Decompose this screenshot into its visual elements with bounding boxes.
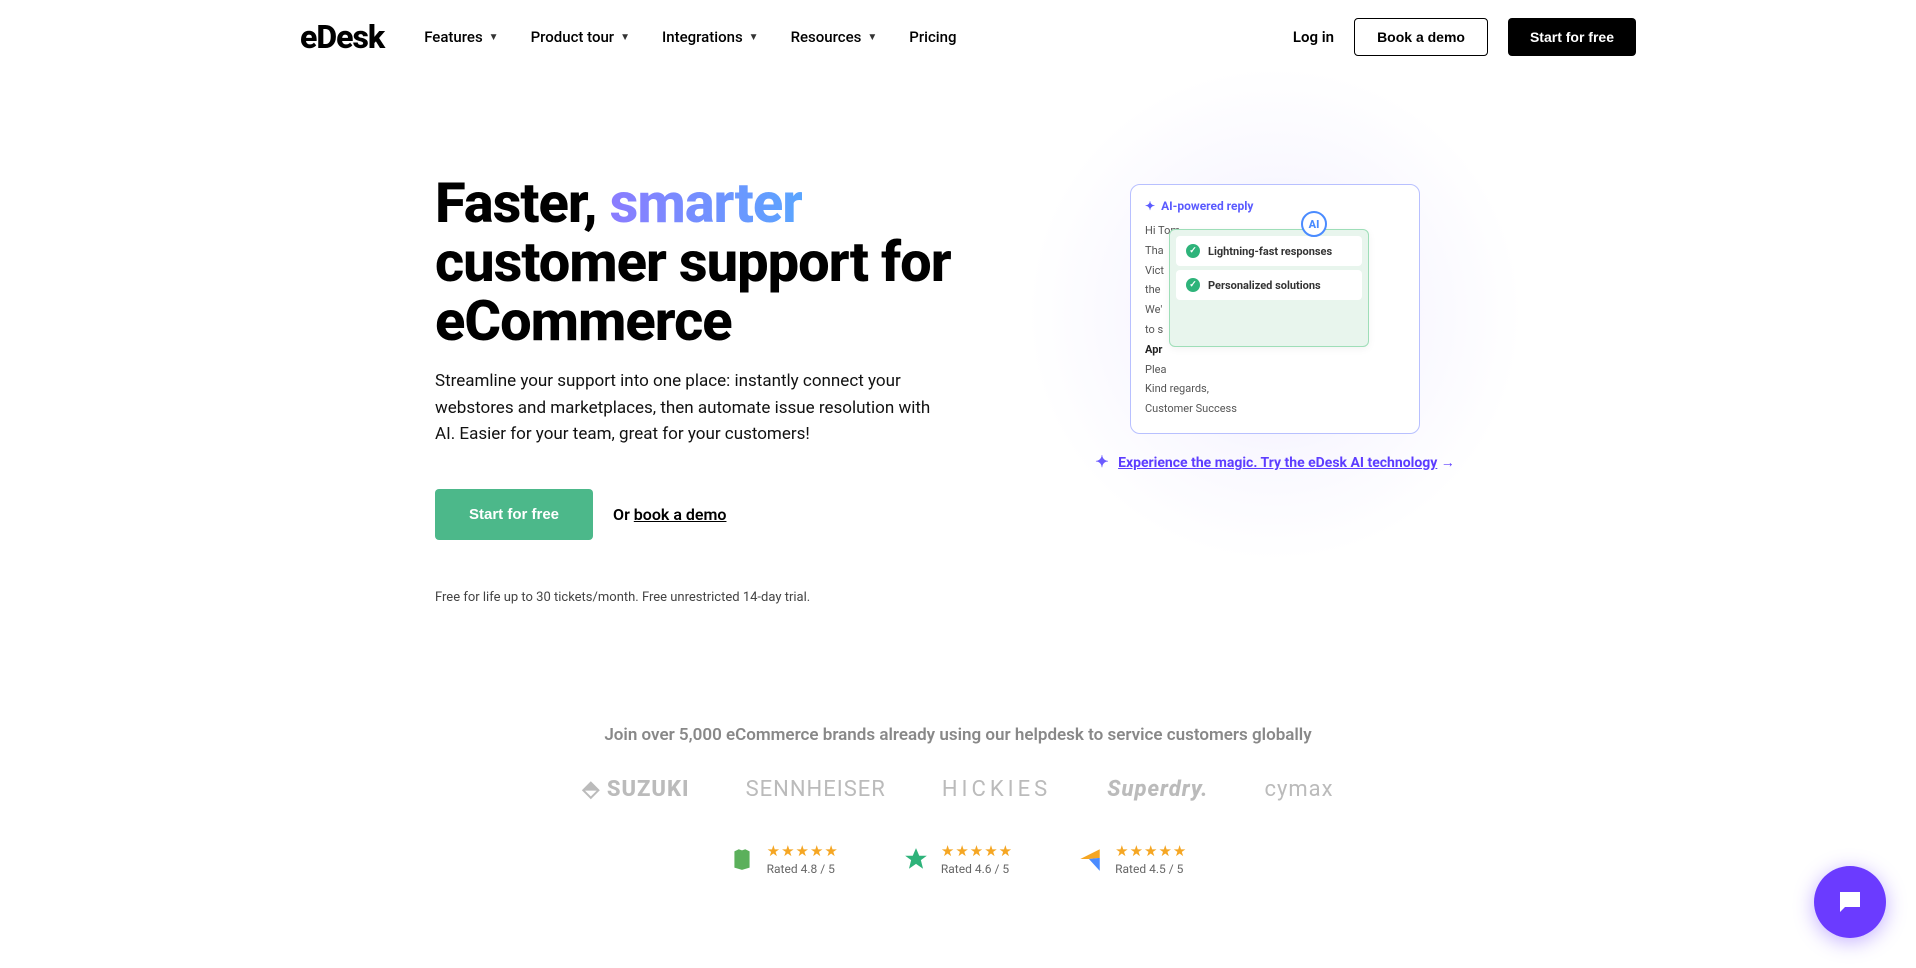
feature-popup: ✓ Lightning-fast responses ✓ Personalize… <box>1169 229 1369 347</box>
check-icon: ✓ <box>1186 278 1200 292</box>
card-signoff: Kind regards, <box>1145 379 1405 399</box>
popup-item: ✓ Lightning-fast responses <box>1176 236 1362 266</box>
capterra-icon <box>1077 846 1103 872</box>
login-link[interactable]: Log in <box>1293 28 1334 46</box>
nav-label: Product tour <box>531 28 615 46</box>
card-signoff: Customer Success <box>1145 399 1405 419</box>
logo[interactable]: eDesk <box>300 18 384 56</box>
brand-superdry: Superdry. <box>1107 777 1208 802</box>
nav-label: Resources <box>791 28 862 46</box>
book-demo-button[interactable]: Book a demo <box>1354 18 1488 56</box>
proof-title: Join over 5,000 eCommerce brands already… <box>0 725 1916 745</box>
nav-label: Integrations <box>662 28 743 46</box>
rating-text: Rated 4.6 / 5 <box>941 862 1013 876</box>
rating-text: Rated 4.8 / 5 <box>767 862 839 876</box>
hero-footnote: Free for life up to 30 tickets/month. Fr… <box>435 590 955 605</box>
rating-capterra: ★★★★★ Rated 4.5 / 5 <box>1077 842 1187 876</box>
rating-text: Rated 4.5 / 5 <box>1115 862 1187 876</box>
start-free-cta-button[interactable]: Start for free <box>435 489 593 540</box>
chevron-down-icon: ▼ <box>489 32 499 43</box>
start-free-button[interactable]: Start for free <box>1508 18 1636 56</box>
brand-hickies: HICKIES <box>942 777 1051 802</box>
card-line: Plea <box>1145 360 1405 380</box>
main-nav: Features ▼ Product tour ▼ Integrations ▼… <box>424 28 956 46</box>
popup-text: Personalized solutions <box>1208 279 1321 292</box>
hero-illustration: AI ✦ AI-powered reply Hi Tom, Tha Vict t… <box>1055 144 1495 605</box>
ratings-row: ★★★★★ Rated 4.8 / 5 ★★★★★ Rated 4.6 / 5 … <box>0 842 1916 876</box>
hero-content: Faster, smarter customer support for eCo… <box>435 144 955 605</box>
stars: ★★★★★ <box>1115 842 1187 860</box>
header-right: Log in Book a demo Start for free <box>1293 18 1636 56</box>
or-text: Or <box>613 505 634 524</box>
ai-badge-icon: AI <box>1301 211 1327 237</box>
title-post: customer support for eCommerce <box>435 229 951 354</box>
nav-features[interactable]: Features ▼ <box>424 28 498 46</box>
trustpilot-icon <box>903 846 929 872</box>
brand-sennheiser: SENNHEISER <box>746 777 886 802</box>
rating-shopify: ★★★★★ Rated 4.8 / 5 <box>729 842 839 876</box>
card-header-text: AI-powered reply <box>1161 199 1253 213</box>
shopify-icon <box>729 846 755 872</box>
nav-product-tour[interactable]: Product tour ▼ <box>531 28 630 46</box>
chevron-down-icon: ▼ <box>867 32 877 43</box>
social-proof: Join over 5,000 eCommerce brands already… <box>0 665 1916 916</box>
chat-widget-button[interactable] <box>1814 866 1886 938</box>
popup-text: Lightning-fast responses <box>1208 245 1332 258</box>
logo-text: eDesk <box>300 18 384 56</box>
nav-label: Features <box>424 28 482 46</box>
site-header: eDesk Features ▼ Product tour ▼ Integrat… <box>0 0 1916 74</box>
sparkle-icon: ✦ <box>1145 199 1155 213</box>
check-icon: ✓ <box>1186 244 1200 258</box>
nav-integrations[interactable]: Integrations ▼ <box>662 28 759 46</box>
brand-logos: SUZUKI SENNHEISER HICKIES Superdry. cyma… <box>0 777 1916 802</box>
title-pre: Faster, <box>435 170 610 236</box>
hero-title: Faster, smarter customer support for eCo… <box>435 174 955 350</box>
hero-section: Faster, smarter customer support for eCo… <box>0 74 1916 665</box>
or-book-demo: Or book a demo <box>613 505 726 524</box>
brand-cymax: cymax <box>1264 777 1333 802</box>
nav-label: Pricing <box>909 28 956 46</box>
popup-item: ✓ Personalized solutions <box>1176 270 1362 300</box>
chevron-down-icon: ▼ <box>620 32 630 43</box>
nav-pricing[interactable]: Pricing <box>909 28 956 46</box>
card-header: ✦ AI-powered reply <box>1145 199 1405 213</box>
ai-reply-card: AI ✦ AI-powered reply Hi Tom, Tha Vict t… <box>1130 184 1420 434</box>
header-left: eDesk Features ▼ Product tour ▼ Integrat… <box>300 18 957 56</box>
brand-suzuki: SUZUKI <box>582 777 689 802</box>
book-demo-link[interactable]: book a demo <box>634 505 727 524</box>
nav-resources[interactable]: Resources ▼ <box>791 28 878 46</box>
hero-cta-row: Start for free Or book a demo <box>435 489 955 540</box>
stars: ★★★★★ <box>941 842 1013 860</box>
rating-trustpilot: ★★★★★ Rated 4.6 / 5 <box>903 842 1013 876</box>
title-highlight: smarter <box>610 170 803 236</box>
chat-icon <box>1835 887 1865 917</box>
stars: ★★★★★ <box>767 842 839 860</box>
chevron-down-icon: ▼ <box>749 32 759 43</box>
hero-subtitle: Streamline your support into one place: … <box>435 368 935 447</box>
